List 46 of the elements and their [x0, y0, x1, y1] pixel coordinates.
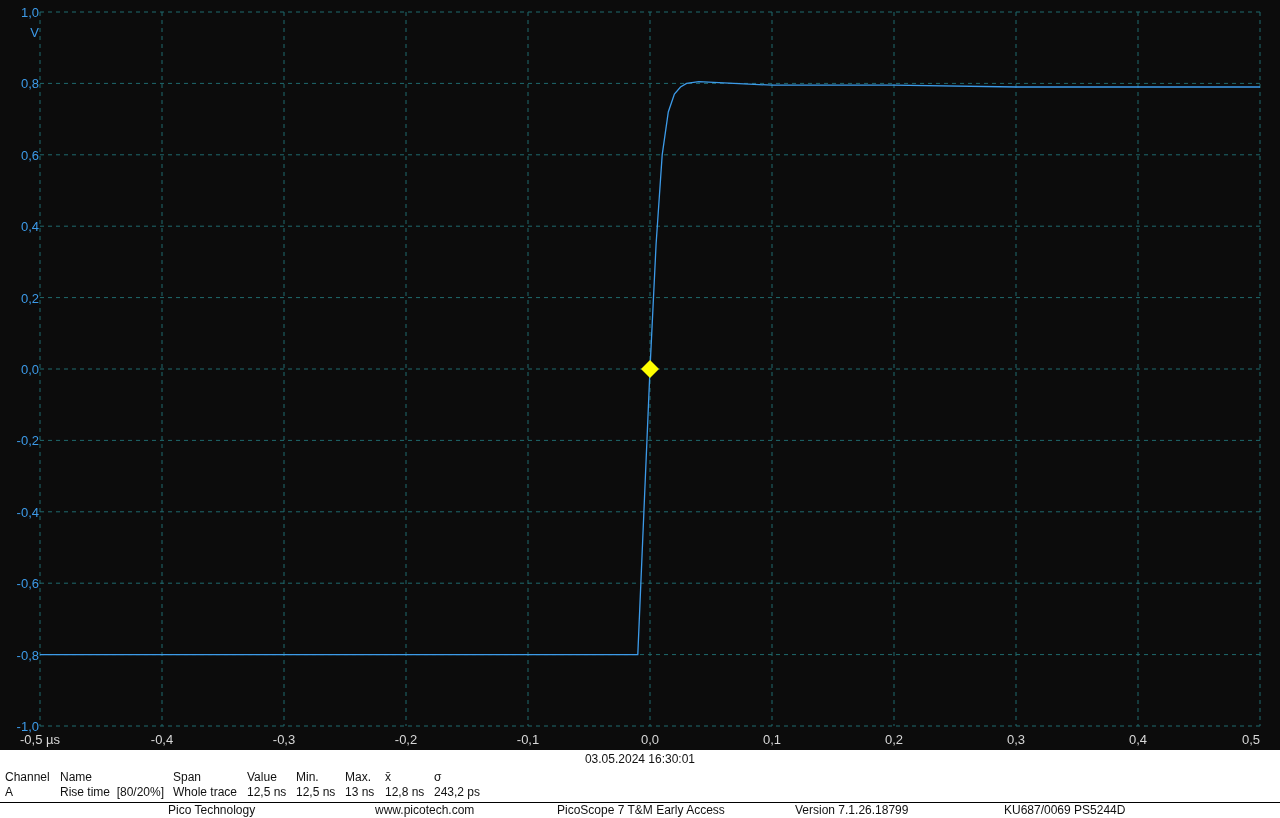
table-cell-text: 243,2 ps: [434, 785, 482, 800]
table-cell-text: A: [5, 785, 14, 800]
table-cell-text: 12,5 ns: [296, 785, 337, 800]
column-header: Name: [60, 770, 93, 785]
y-axis-label: -1,0: [16, 719, 39, 734]
timestamp: 03.05.2024 16:30:01: [584, 752, 696, 766]
table-cell-text: 12,5 ns: [247, 785, 288, 800]
table-cell-text: Rise time [80/20%]: [60, 785, 166, 800]
column-header: Channel: [5, 770, 51, 785]
x-axis-label: -0,1: [516, 732, 540, 747]
y-axis-label: 1,0: [20, 5, 39, 20]
column-header: Value: [247, 770, 278, 785]
column-header: Max.: [345, 770, 372, 785]
y-axis-label: -0,6: [16, 576, 39, 592]
x-axis-label: -0,4: [150, 732, 174, 747]
y-axis-label: 0,4: [20, 219, 39, 235]
x-axis-label: 0,2: [884, 732, 904, 747]
y-axis-label: 0,8: [20, 76, 39, 92]
column-header: Span: [173, 770, 203, 785]
y-axis-label: -0,4: [16, 504, 39, 520]
table-cell-text: 13 ns: [345, 785, 376, 800]
x-axis-label: 0,1: [762, 732, 782, 747]
footer-text: KU687/0069 PS5244D: [1004, 803, 1127, 817]
y-axis-label: 0,2: [20, 290, 39, 306]
y-axis-label: 0,6: [20, 147, 39, 163]
footer-text: Pico Technology: [168, 803, 257, 817]
column-header: x̄: [385, 770, 392, 785]
y-axis-label: -0,2: [16, 433, 39, 449]
footer-text: www.picotech.com: [375, 803, 476, 817]
trigger-marker-icon[interactable]: [641, 360, 659, 378]
x-axis-label: -0,2: [394, 732, 418, 747]
y-axis-label: -0,8: [16, 647, 39, 663]
table-cell-text: 12,8 ns: [385, 785, 426, 800]
x-axis-label: 0,3: [1006, 732, 1026, 747]
y-axis-unit: V: [30, 25, 39, 40]
x-axis-label: -0,5 µs: [20, 732, 60, 747]
y-axis-label: 0,0: [20, 362, 39, 377]
footer-text: PicoScope 7 T&M Early Access: [557, 803, 726, 817]
x-axis-label: 0,5: [1241, 732, 1260, 747]
column-header: Min.: [296, 770, 320, 785]
footer-text: Version 7.1.26.18799: [795, 803, 910, 817]
x-axis-label: 0,4: [1128, 732, 1148, 747]
x-axis-label: 0,0: [640, 732, 660, 747]
x-axis-label: -0,3: [272, 732, 296, 747]
column-header: σ: [434, 770, 443, 785]
table-cell-text: Whole trace: [173, 785, 239, 800]
